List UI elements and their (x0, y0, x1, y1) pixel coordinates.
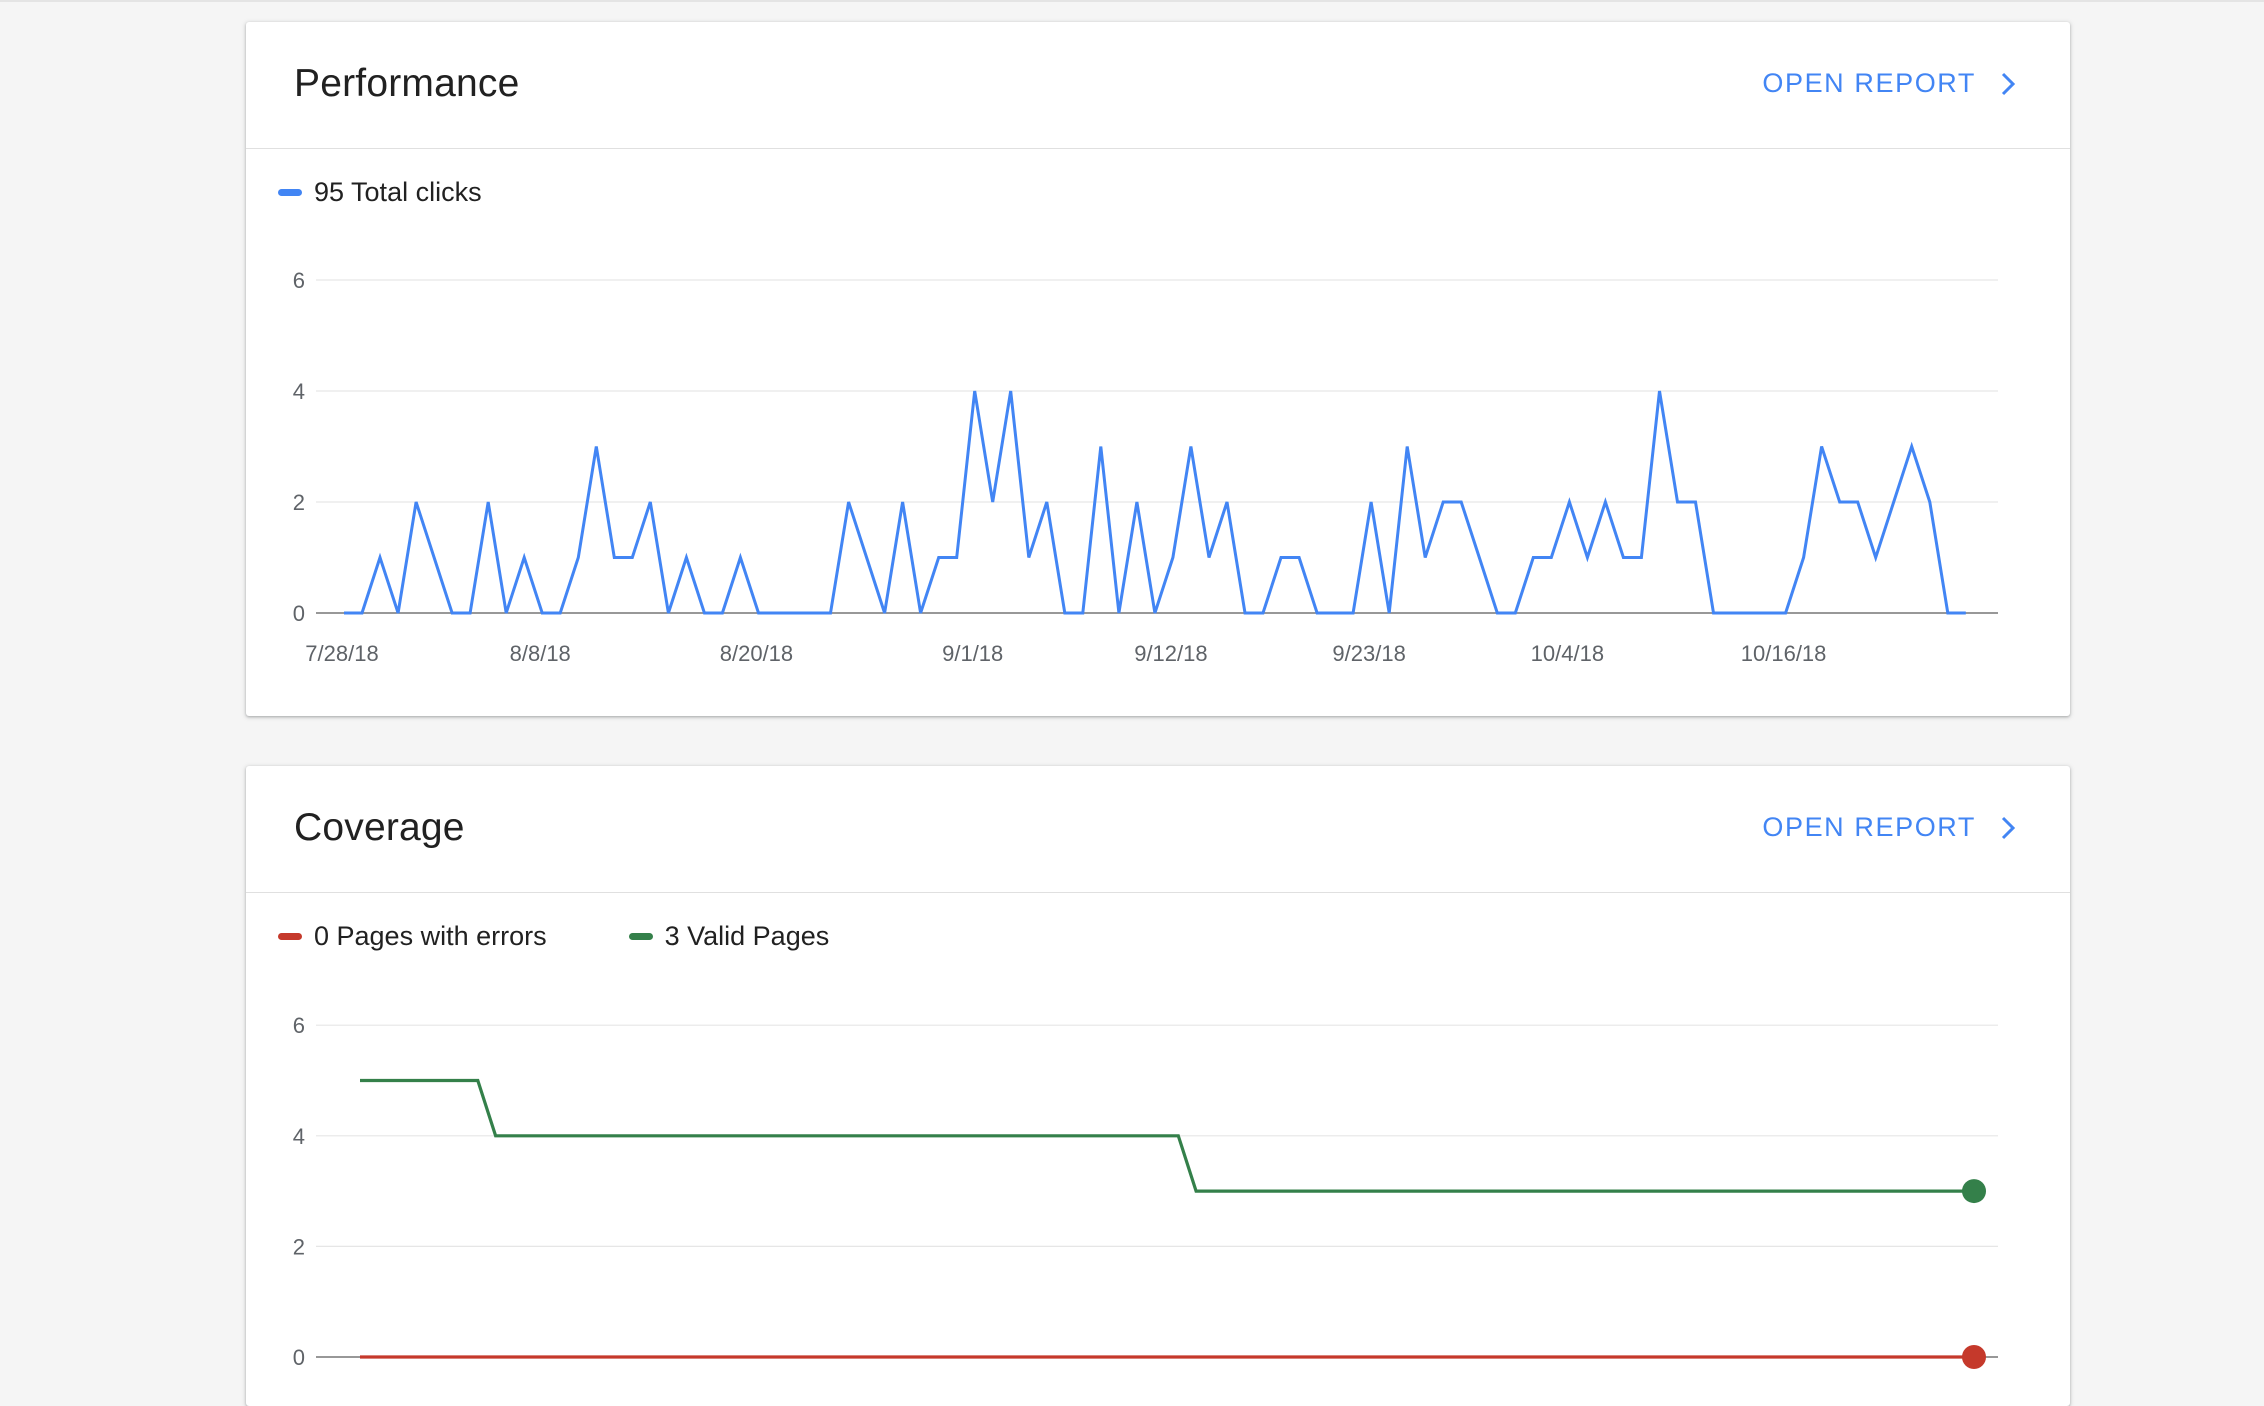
x-tick-label: 8/20/18 (720, 641, 793, 666)
y-tick-label: 4 (293, 1124, 305, 1149)
x-tick-label: 10/16/18 (1741, 641, 1827, 666)
series-endpoint-valid-pages (1962, 1179, 1986, 1204)
series-endpoint-pages-with-errors (1962, 1345, 1986, 1369)
y-tick-label: 0 (293, 601, 305, 626)
x-tick-label: 9/12/18 (1134, 641, 1207, 666)
top-divider (0, 0, 2264, 2)
coverage-chart: 0 2 4 6 (293, 1013, 1998, 1370)
y-tick-label: 0 (293, 1345, 305, 1370)
y-tick-label: 2 (293, 1234, 305, 1259)
performance-chart: 0 2 4 6 7/28/18 8/8/18 8/20/18 9/1/18 9/12/18 9/2… (293, 268, 1998, 666)
x-tick-label: 8/8/18 (510, 641, 571, 666)
performance-card: Performance OPEN REPORT 95 Total clicks … (246, 22, 2070, 716)
coverage-card: Coverage OPEN REPORT 0 Pages with errors… (246, 766, 2070, 1406)
x-tick-label: 10/4/18 (1531, 641, 1604, 666)
y-tick-label: 2 (293, 490, 305, 515)
y-tick-label: 6 (293, 1013, 305, 1038)
x-tick-label: 7/28/18 (305, 641, 378, 666)
y-tick-label: 6 (293, 268, 305, 293)
x-tick-label: 9/1/18 (942, 641, 1003, 666)
x-tick-label: 9/23/18 (1332, 641, 1405, 666)
y-tick-label: 4 (293, 379, 305, 404)
